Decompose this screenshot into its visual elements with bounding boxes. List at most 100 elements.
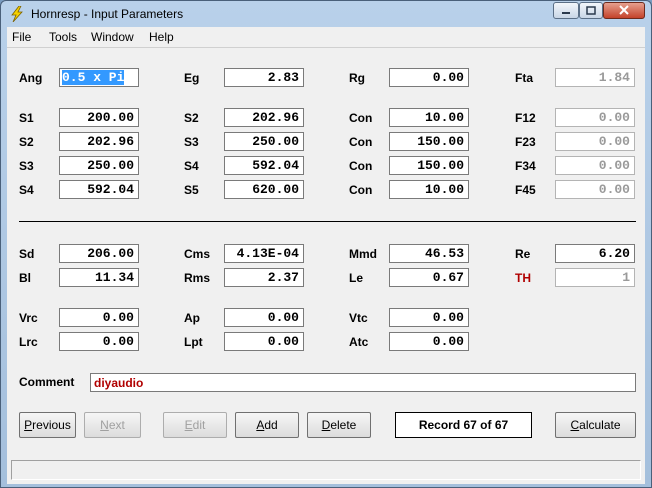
eg-label: Eg (184, 71, 200, 85)
segment-row-4-f-readout: 0.00 (555, 180, 635, 199)
re-input[interactable]: 6.20 (555, 244, 635, 263)
segment-row-4-f-label: F45 (515, 183, 536, 197)
bl-label: Bl (19, 271, 31, 285)
app-window: Hornresp - Input Parameters File Tools W… (0, 0, 652, 488)
cms-input[interactable]: 4.13E-04 (224, 244, 304, 263)
add-button[interactable]: Add (235, 412, 299, 438)
segment-row-1-s-label: S1 (19, 111, 34, 125)
maximize-icon (586, 6, 596, 15)
segment-row-2-con-label: Con (349, 135, 373, 149)
divider (19, 221, 636, 222)
previous-label: revious (32, 418, 71, 432)
ap-input[interactable]: 0.00 (224, 308, 304, 327)
vtc-label: Vtc (349, 311, 368, 325)
input-parameters-panel: Ang 0.5 x Pi Eg 2.83 Rg 0.00 Fta 1.84 S1… (7, 48, 645, 484)
status-bar (11, 460, 641, 480)
atc-input[interactable]: 0.00 (389, 332, 469, 351)
segment-row-2-next-s-input[interactable]: 250.00 (224, 132, 304, 151)
eg-input[interactable]: 2.83 (224, 68, 304, 87)
menu-file[interactable]: File (12, 30, 31, 44)
maximize-button[interactable] (579, 2, 603, 19)
edit-label: dit (192, 418, 206, 432)
segment-row-3-s-label: S3 (19, 159, 34, 173)
segment-row-4-s-input[interactable]: 592.04 (59, 180, 139, 199)
segment-row-1-con-input[interactable]: 10.00 (389, 108, 469, 127)
segment-row-4-con-label: Con (349, 183, 373, 197)
segment-row-2-s-label: S2 (19, 135, 34, 149)
segment-row-3-next-s-label: S4 (184, 159, 199, 173)
le-input[interactable]: 0.67 (389, 268, 469, 287)
next-accel: N (100, 418, 109, 432)
vtc-input[interactable]: 0.00 (389, 308, 469, 327)
menu-tools[interactable]: Tools (49, 30, 77, 44)
comment-input[interactable]: diyaudio (90, 373, 636, 392)
next-button[interactable]: Next (84, 412, 141, 438)
rms-input[interactable]: 2.37 (224, 268, 304, 287)
vrc-input[interactable]: 0.00 (59, 308, 139, 327)
ang-value: 0.5 x Pi (62, 70, 125, 85)
close-button[interactable] (603, 2, 645, 19)
th-readout: 1 (555, 268, 635, 287)
rg-input[interactable]: 0.00 (389, 68, 469, 87)
menu-bar: File Tools Window Help (7, 27, 645, 48)
segment-row-3-f-readout: 0.00 (555, 156, 635, 175)
rms-label: Rms (184, 271, 211, 285)
segment-row-1-s-input[interactable]: 200.00 (59, 108, 139, 127)
window-title: Hornresp - Input Parameters (31, 7, 184, 21)
re-label: Re (515, 247, 531, 261)
delete-button[interactable]: Delete (307, 412, 371, 438)
calculate-label: alculate (579, 418, 621, 432)
segment-row-4-next-s-label: S5 (184, 183, 199, 197)
segment-row-2-next-s-label: S3 (184, 135, 199, 149)
bl-input[interactable]: 11.34 (59, 268, 139, 287)
lpt-input[interactable]: 0.00 (224, 332, 304, 351)
calculate-accel: C (570, 418, 580, 432)
fta-readout: 1.84 (555, 68, 635, 87)
previous-button[interactable]: Previous (19, 412, 76, 438)
segment-row-2-con-input[interactable]: 150.00 (389, 132, 469, 151)
rg-label: Rg (349, 71, 365, 85)
segment-row-2-f-readout: 0.00 (555, 132, 635, 151)
lightning-icon (11, 6, 23, 22)
segment-row-1-f-readout: 0.00 (555, 108, 635, 127)
fta-label: Fta (515, 71, 533, 85)
segment-row-3-next-s-input[interactable]: 592.04 (224, 156, 304, 175)
add-label: dd (264, 418, 278, 432)
title-bar[interactable]: Hornresp - Input Parameters (1, 1, 651, 27)
minimize-button[interactable] (553, 2, 579, 19)
mmd-input[interactable]: 46.53 (389, 244, 469, 263)
menu-window[interactable]: Window (91, 30, 134, 44)
previous-accel: P (24, 418, 33, 432)
segment-row-3-con-input[interactable]: 150.00 (389, 156, 469, 175)
lrc-input[interactable]: 0.00 (59, 332, 139, 351)
th-label[interactable]: TH (515, 271, 531, 285)
record-indicator: Record 67 of 67 (395, 412, 532, 438)
lpt-label: Lpt (184, 335, 203, 349)
delete-accel: D (321, 418, 331, 432)
segment-row-1-f-label: F12 (515, 111, 536, 125)
segment-row-4-next-s-input[interactable]: 620.00 (224, 180, 304, 199)
segment-row-3-f-label: F34 (515, 159, 536, 173)
vrc-label: Vrc (19, 311, 38, 325)
segment-row-3-s-input[interactable]: 250.00 (59, 156, 139, 175)
mmd-label: Mmd (349, 247, 377, 261)
menu-help[interactable]: Help (149, 30, 174, 44)
segment-row-2-f-label: F23 (515, 135, 536, 149)
ang-input[interactable]: 0.5 x Pi (59, 68, 139, 87)
edit-accel: E (184, 418, 193, 432)
le-label: Le (349, 271, 364, 285)
segment-row-2-s-input[interactable]: 202.96 (59, 132, 139, 151)
ang-label: Ang (19, 71, 43, 85)
close-icon (619, 5, 629, 15)
edit-button[interactable]: Edit (163, 412, 227, 438)
sd-input[interactable]: 206.00 (59, 244, 139, 263)
segment-row-1-next-s-label: S2 (184, 111, 199, 125)
minimize-icon (562, 12, 570, 14)
atc-label: Atc (349, 335, 369, 349)
lrc-label: Lrc (19, 335, 38, 349)
calculate-button[interactable]: Calculate (555, 412, 636, 438)
segment-row-1-con-label: Con (349, 111, 373, 125)
segment-row-1-next-s-input[interactable]: 202.96 (224, 108, 304, 127)
delete-label: elete (330, 418, 357, 432)
segment-row-4-con-input[interactable]: 10.00 (389, 180, 469, 199)
